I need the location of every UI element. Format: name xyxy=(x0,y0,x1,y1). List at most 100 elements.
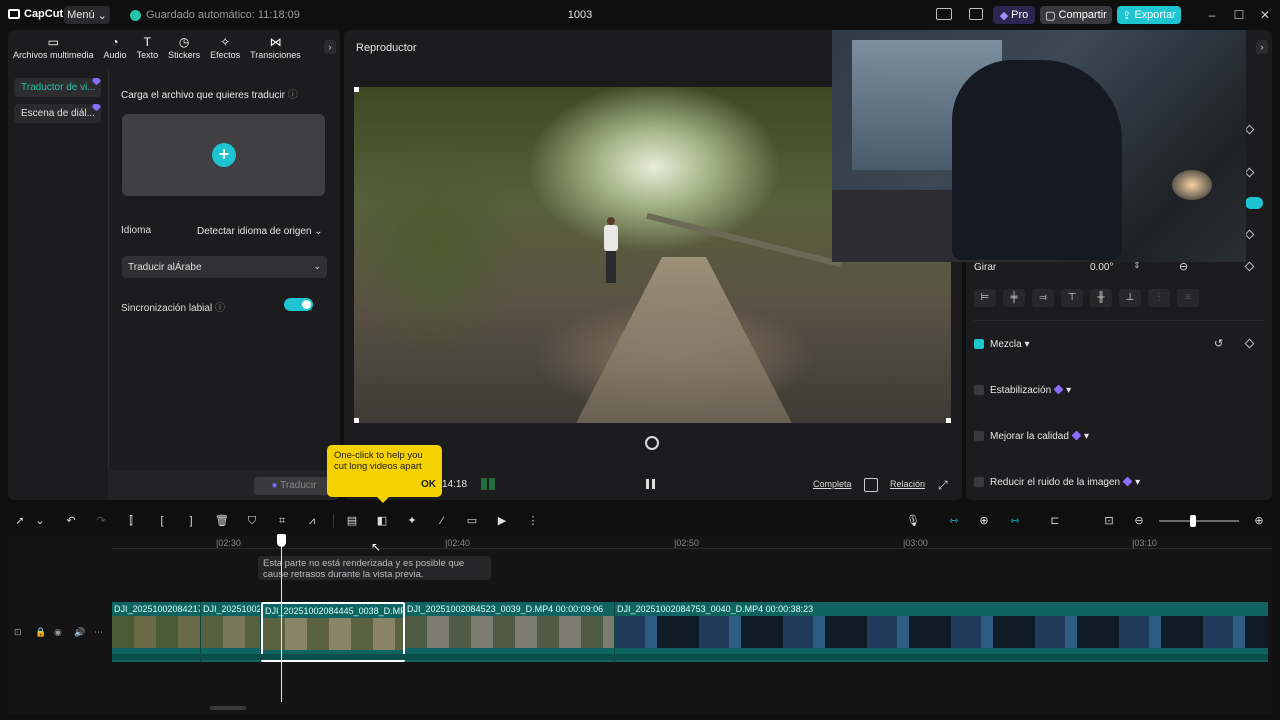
track-cover-icon[interactable]: ⊡ xyxy=(14,627,22,638)
more-icon[interactable]: ⋯ xyxy=(94,627,103,638)
align-top-icon[interactable]: ⊤ xyxy=(1061,289,1083,307)
tooltip-ok-button[interactable]: OK xyxy=(421,479,436,490)
volume-icon[interactable]: 🔊 xyxy=(74,627,85,638)
menu-button[interactable]: Menú ⌄ xyxy=(64,6,110,24)
tab-stickers[interactable]: ◷ Stickers xyxy=(163,30,205,60)
zoom-slider-knob[interactable] xyxy=(1190,515,1196,527)
maximize-icon[interactable]: ☐ xyxy=(1232,8,1246,22)
chevron-down-icon[interactable]: ▾ xyxy=(1066,385,1071,396)
layout-icon[interactable] xyxy=(936,8,952,20)
align-center-v-icon[interactable]: ╫ xyxy=(1090,289,1112,307)
playhead-handle[interactable] xyxy=(277,534,286,547)
translate-button[interactable]: ● Traducir xyxy=(254,477,334,495)
source-language-select[interactable]: Detectar idioma de origen ⌄ xyxy=(197,226,323,237)
target-language-select[interactable]: Traducir alÁrabe ⌄ xyxy=(122,256,327,278)
shortcuts-icon[interactable] xyxy=(969,8,983,20)
sidebar-item-video-translator[interactable]: Traductor de vi... xyxy=(14,78,101,97)
rotate-handle-icon[interactable] xyxy=(645,436,659,450)
undo-icon[interactable]: ↶ xyxy=(64,514,78,528)
align-left-icon[interactable]: ⊨ xyxy=(974,289,996,307)
chevron-down-icon[interactable]: ▾ xyxy=(1024,339,1029,350)
share-button[interactable]: ▢ Compartir xyxy=(1040,6,1112,24)
distribute-h-icon[interactable]: ⋮ xyxy=(1148,289,1170,307)
clip-icon[interactable]: ▤ xyxy=(345,514,359,528)
stabilize-checkbox[interactable] xyxy=(974,385,984,395)
chevron-down-icon[interactable]: ⌄ xyxy=(33,514,47,528)
minimize-icon[interactable]: – xyxy=(1205,8,1219,22)
chevron-down-icon[interactable]: ▾ xyxy=(1135,477,1140,488)
rotate-value[interactable]: 0.00° xyxy=(1090,262,1113,273)
add-icon[interactable]: + xyxy=(212,143,236,167)
project-title[interactable]: 1003 xyxy=(560,9,600,21)
pro-button[interactable]: ◆ Pro xyxy=(993,6,1035,24)
snap-icon[interactable]: ⊕ xyxy=(977,514,991,528)
resize-handle[interactable] xyxy=(354,418,359,423)
redo-icon[interactable]: ↷ xyxy=(94,514,108,528)
fit-icon[interactable]: ⊡ xyxy=(1102,514,1116,528)
ratio-button[interactable]: Relación xyxy=(890,479,925,489)
timeline-scrollbar[interactable] xyxy=(210,706,246,710)
distribute-v-icon[interactable]: ≡ xyxy=(1177,289,1199,307)
magic-wand-icon[interactable]: ⁄ xyxy=(435,514,449,528)
help-icon[interactable]: ⓘ xyxy=(215,303,225,314)
person-ai-icon[interactable]: ✦ xyxy=(405,514,419,528)
quality-checkbox[interactable] xyxy=(974,431,984,441)
full-view-button[interactable]: Completa xyxy=(813,479,852,489)
resize-handle[interactable] xyxy=(946,418,951,423)
export-button[interactable]: ⇪ Exportar xyxy=(1117,6,1181,24)
screenshot-icon[interactable] xyxy=(864,478,878,492)
audio-split-icon[interactable]: ◧ xyxy=(375,514,389,528)
crop-icon[interactable]: ⌗ xyxy=(275,514,289,528)
blend-checkbox[interactable] xyxy=(974,339,984,349)
lip-sync-label: Sincronización labial ⓘ xyxy=(121,299,225,314)
clip[interactable]: DJI_2025100208 xyxy=(201,602,261,662)
tab-effects[interactable]: ✧ Efectos xyxy=(205,30,245,60)
resize-handle[interactable] xyxy=(354,87,359,92)
split-icon[interactable]: ⫿ xyxy=(124,514,138,528)
close-icon[interactable]: ✕ xyxy=(1258,8,1272,22)
clip[interactable]: DJI_20251002084523_0039_D.MP4 00:00:09:0… xyxy=(405,602,615,662)
zoom-out-icon[interactable]: ⊖ xyxy=(1132,514,1146,528)
fullscreen-icon[interactable]: ⤢ xyxy=(938,478,948,493)
uniform-scale-toggle[interactable] xyxy=(1245,197,1263,209)
panel-next-icon[interactable]: › xyxy=(1256,40,1268,54)
tab-transitions[interactable]: ⋈ Transiciones xyxy=(245,30,306,60)
align-right-icon[interactable]: ⫤ xyxy=(1032,289,1054,307)
lip-sync-toggle[interactable] xyxy=(284,298,313,311)
sidebar-item-dialogue-scene[interactable]: Escena de diál... xyxy=(14,104,101,123)
tab-audio[interactable]: ◔ Audio xyxy=(99,30,132,60)
video-effect-icon[interactable]: ▶ xyxy=(495,514,509,528)
tab-media[interactable]: ▭ Archivos multimedia xyxy=(8,30,99,60)
help-icon[interactable]: ⓘ xyxy=(288,90,298,101)
align-center-h-icon[interactable]: ╪ xyxy=(1003,289,1025,307)
playhead[interactable] xyxy=(281,534,282,702)
tabs-next-icon[interactable]: › xyxy=(324,40,336,54)
reset-icon[interactable]: ↺ xyxy=(1214,337,1223,350)
trim-left-icon[interactable]: [ xyxy=(155,514,169,528)
eye-icon[interactable]: ◉ xyxy=(54,627,62,638)
delete-icon[interactable]: 🗑 xyxy=(215,514,229,528)
preview-axis-icon[interactable]: ⇿ xyxy=(1008,514,1022,528)
zoom-slider[interactable] xyxy=(1159,520,1239,522)
speed-icon[interactable]: ⩘ xyxy=(305,514,319,528)
clip[interactable]: DJI_20251002084217_0( xyxy=(112,602,201,662)
align-bottom-icon[interactable]: ⊥ xyxy=(1119,289,1141,307)
microphone-icon[interactable]: 🎙 xyxy=(906,514,920,528)
shield-icon[interactable]: ⛉ xyxy=(245,514,259,528)
trim-right-icon[interactable]: ] xyxy=(184,514,198,528)
autosave-text: Guardado automático: 11:18:09 xyxy=(146,9,300,21)
zoom-in-icon[interactable]: ⊕ xyxy=(1252,514,1266,528)
lock-icon[interactable]: 🔒 xyxy=(35,627,46,638)
link-icon[interactable]: ⇿ xyxy=(947,514,961,528)
clip[interactable]: DJI_20251002084753_0040_D.MP4 00:00:38:2… xyxy=(615,602,1268,662)
upload-dropzone[interactable]: + xyxy=(122,114,325,196)
waveform-icon[interactable]: ⋮ xyxy=(526,514,540,528)
select-tool-icon[interactable]: ➚ xyxy=(13,514,27,528)
pause-icon[interactable] xyxy=(646,479,658,491)
tab-text[interactable]: T Texto xyxy=(132,30,164,60)
denoise-checkbox[interactable] xyxy=(974,477,984,487)
captions-icon[interactable]: ▭ xyxy=(465,514,479,528)
clip-selected[interactable]: DJI_20251002084445_0038_D.MP4 xyxy=(261,602,405,662)
chevron-down-icon[interactable]: ▾ xyxy=(1084,431,1089,442)
split-screen-icon[interactable]: ⊏ xyxy=(1048,514,1062,528)
